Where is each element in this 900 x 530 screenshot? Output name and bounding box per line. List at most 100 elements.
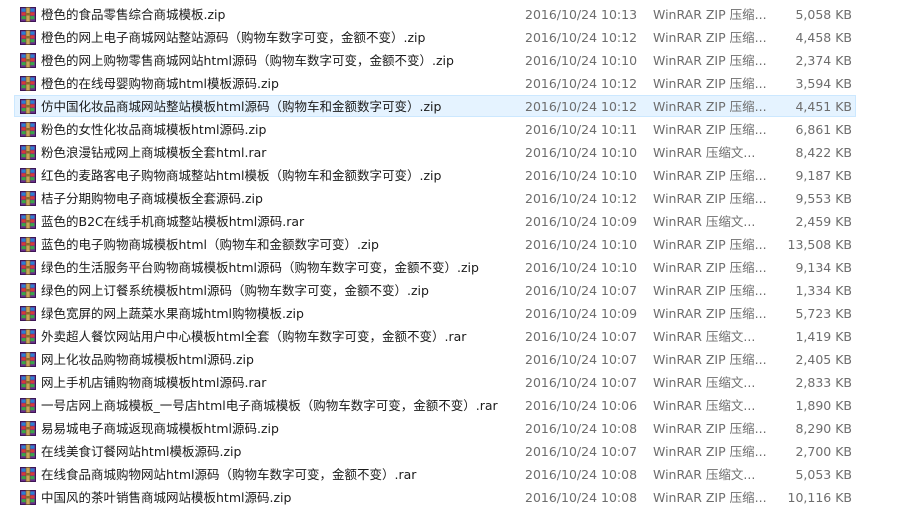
winrar-archive-icon (20, 283, 36, 298)
winrar-archive-icon (20, 329, 36, 344)
file-size: 5,053 KB (795, 467, 852, 482)
file-row[interactable]: 橙色的网上电子商城网站整站源码（购物车数字可变，金额不变）.zip 2016/1… (0, 26, 900, 49)
file-name: 橙色的食品零售综合商城模板.zip (41, 7, 226, 22)
file-name: 蓝色的电子购物商城模板html（购物车和金额数字可变）.zip (41, 237, 379, 252)
file-row[interactable]: 网上化妆品购物商城模板html源码.zip 2016/10/24 10:07 W… (0, 348, 900, 371)
file-size: 2,459 KB (795, 214, 852, 229)
winrar-archive-icon (20, 352, 36, 367)
file-size: 2,405 KB (795, 352, 852, 367)
file-row[interactable]: 仿中国化妆品商城网站整站模板html源码（购物车和金额数字可变）.zip 201… (0, 95, 900, 118)
file-name: 橙色的网上购物零售商城网站html源码（购物车数字可变，金额不变）.zip (41, 53, 454, 68)
file-type: WinRAR ZIP 压缩... (653, 260, 767, 275)
file-type: WinRAR ZIP 压缩... (653, 30, 767, 45)
file-row[interactable]: 绿色的生活服务平台购物商城模板html源码（购物车数字可变，金额不变）.zip … (0, 256, 900, 279)
file-size: 2,374 KB (795, 53, 852, 68)
file-size: 2,833 KB (795, 375, 852, 390)
winrar-archive-icon (20, 375, 36, 390)
file-type: WinRAR ZIP 压缩... (653, 421, 767, 436)
file-modified-date: 2016/10/24 10:12 (525, 99, 638, 114)
file-size: 10,116 KB (787, 490, 852, 505)
file-modified-date: 2016/10/24 10:07 (525, 444, 638, 459)
winrar-archive-icon (20, 53, 36, 68)
file-row[interactable]: 蓝色的电子购物商城模板html（购物车和金额数字可变）.zip 2016/10/… (0, 233, 900, 256)
file-modified-date: 2016/10/24 10:11 (525, 122, 638, 137)
file-type: WinRAR 压缩文... (653, 467, 756, 482)
file-row[interactable]: 在线美食订餐网站html模板源码.zip 2016/10/24 10:07 Wi… (0, 440, 900, 463)
winrar-archive-icon (20, 467, 36, 482)
file-row[interactable]: 一号店网上商城模板_一号店html电子商城模板（购物车数字可变，金额不变）.ra… (0, 394, 900, 417)
winrar-archive-icon (20, 7, 36, 22)
file-size: 6,861 KB (795, 122, 852, 137)
file-name: 外卖超人餐饮网站用户中心模板html全套（购物车数字可变，金额不变）.rar (41, 329, 467, 344)
file-row[interactable]: 网上手机店铺购物商城模板html源码.rar 2016/10/24 10:07 … (0, 371, 900, 394)
winrar-archive-icon (20, 444, 36, 459)
file-modified-date: 2016/10/24 10:10 (525, 168, 638, 183)
file-row[interactable]: 桔子分期购物电子商城模板全套源码.zip 2016/10/24 10:12 Wi… (0, 187, 900, 210)
file-modified-date: 2016/10/24 10:08 (525, 421, 638, 436)
file-modified-date: 2016/10/24 10:12 (525, 76, 638, 91)
file-row[interactable]: 绿色宽屏的网上蔬菜水果商城html购物模板.zip 2016/10/24 10:… (0, 302, 900, 325)
file-name: 在线美食订餐网站html模板源码.zip (41, 444, 242, 459)
file-row[interactable]: 粉色浪漫钻戒网上商城模板全套html.rar 2016/10/24 10:10 … (0, 141, 900, 164)
file-name: 红色的麦路客电子购物商城整站html模板（购物车和金额数字可变）.zip (41, 168, 442, 183)
file-size: 13,508 KB (787, 237, 852, 252)
file-type: WinRAR 压缩文... (653, 375, 756, 390)
file-row[interactable]: 橙色的在线母婴购物商城html模板源码.zip 2016/10/24 10:12… (0, 72, 900, 95)
file-size: 9,134 KB (795, 260, 852, 275)
file-row[interactable]: 橙色的食品零售综合商城模板.zip 2016/10/24 10:13 WinRA… (0, 3, 900, 26)
file-row[interactable]: 在线食品商城购物网站html源码（购物车数字可变，金额不变）.rar 2016/… (0, 463, 900, 486)
file-row[interactable]: 绿色的网上订餐系统模板html源码（购物车数字可变，金额不变）.zip 2016… (0, 279, 900, 302)
file-row[interactable]: 粉色的女性化妆品商城模板html源码.zip 2016/10/24 10:11 … (0, 118, 900, 141)
file-name: 在线食品商城购物网站html源码（购物车数字可变，金额不变）.rar (41, 467, 417, 482)
file-name: 易易城电子商城返现商城模板html源码.zip (41, 421, 279, 436)
winrar-archive-icon (20, 398, 36, 413)
file-type: WinRAR ZIP 压缩... (653, 53, 767, 68)
file-type: WinRAR ZIP 压缩... (653, 7, 767, 22)
file-modified-date: 2016/10/24 10:12 (525, 30, 638, 45)
file-size: 8,290 KB (795, 421, 852, 436)
winrar-archive-icon (20, 76, 36, 91)
winrar-archive-icon (20, 237, 36, 252)
winrar-archive-icon (20, 490, 36, 505)
file-size: 1,890 KB (795, 398, 852, 413)
file-type: WinRAR ZIP 压缩... (653, 444, 767, 459)
file-modified-date: 2016/10/24 10:07 (525, 329, 638, 344)
file-size: 5,723 KB (795, 306, 852, 321)
file-row[interactable]: 红色的麦路客电子购物商城整站html模板（购物车和金额数字可变）.zip 201… (0, 164, 900, 187)
file-list: 橙色的食品零售综合商城模板.zip 2016/10/24 10:13 WinRA… (0, 3, 900, 509)
winrar-archive-icon (20, 145, 36, 160)
file-row[interactable]: 中国风的茶叶销售商城网站模板html源码.zip 2016/10/24 10:0… (0, 486, 900, 509)
file-row[interactable]: 蓝色的B2C在线手机商城整站模板html源码.rar 2016/10/24 10… (0, 210, 900, 233)
file-size: 4,451 KB (795, 99, 852, 114)
file-row[interactable]: 外卖超人餐饮网站用户中心模板html全套（购物车数字可变，金额不变）.rar 2… (0, 325, 900, 348)
file-name: 橙色的在线母婴购物商城html模板源码.zip (41, 76, 279, 91)
winrar-archive-icon (20, 168, 36, 183)
file-row[interactable]: 易易城电子商城返现商城模板html源码.zip 2016/10/24 10:08… (0, 417, 900, 440)
file-modified-date: 2016/10/24 10:06 (525, 398, 638, 413)
winrar-archive-icon (20, 306, 36, 321)
file-size: 8,422 KB (795, 145, 852, 160)
winrar-archive-icon (20, 99, 36, 114)
file-size: 5,058 KB (795, 7, 852, 22)
winrar-archive-icon (20, 30, 36, 45)
file-size: 1,334 KB (795, 283, 852, 298)
file-name: 一号店网上商城模板_一号店html电子商城模板（购物车数字可变，金额不变）.ra… (41, 398, 498, 413)
file-name: 仿中国化妆品商城网站整站模板html源码（购物车和金额数字可变）.zip (41, 99, 442, 114)
file-size: 3,594 KB (795, 76, 852, 91)
file-name: 粉色浪漫钻戒网上商城模板全套html.rar (41, 145, 267, 160)
winrar-archive-icon (20, 421, 36, 436)
file-type: WinRAR 压缩文... (653, 214, 756, 229)
file-size: 4,458 KB (795, 30, 852, 45)
file-row[interactable]: 橙色的网上购物零售商城网站html源码（购物车数字可变，金额不变）.zip 20… (0, 49, 900, 72)
file-modified-date: 2016/10/24 10:08 (525, 490, 638, 505)
file-size: 1,419 KB (795, 329, 852, 344)
file-name: 橙色的网上电子商城网站整站源码（购物车数字可变，金额不变）.zip (41, 30, 426, 45)
file-modified-date: 2016/10/24 10:10 (525, 260, 638, 275)
file-modified-date: 2016/10/24 10:09 (525, 214, 638, 229)
file-name: 中国风的茶叶销售商城网站模板html源码.zip (41, 490, 292, 505)
file-name: 网上化妆品购物商城模板html源码.zip (41, 352, 254, 367)
file-name: 桔子分期购物电子商城模板全套源码.zip (41, 191, 263, 206)
file-modified-date: 2016/10/24 10:10 (525, 53, 638, 68)
file-type: WinRAR ZIP 压缩... (653, 122, 767, 137)
file-size: 2,700 KB (795, 444, 852, 459)
